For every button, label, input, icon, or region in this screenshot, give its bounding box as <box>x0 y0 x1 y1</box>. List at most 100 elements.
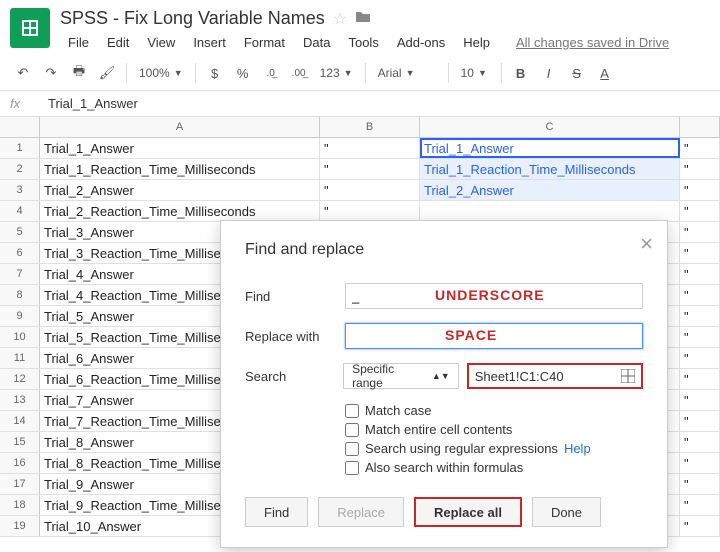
menu-edit[interactable]: Edit <box>99 33 137 52</box>
row-header[interactable]: 3 <box>0 180 40 200</box>
cell[interactable]: " <box>680 369 720 389</box>
save-status[interactable]: All changes saved in Drive <box>508 33 677 52</box>
col-header-b[interactable]: B <box>320 117 420 137</box>
folder-icon[interactable] <box>355 8 371 29</box>
italic-icon[interactable]: I <box>536 60 562 86</box>
star-icon[interactable]: ☆ <box>333 9 347 29</box>
search-scope-dropdown[interactable]: Specific range▲▼ <box>343 363 459 389</box>
col-header-a[interactable]: A <box>40 117 320 137</box>
cell[interactable]: " <box>680 159 720 179</box>
range-input[interactable]: Sheet1!C1:C40 <box>467 363 643 389</box>
sheets-logo[interactable] <box>10 8 50 48</box>
bold-icon[interactable]: B <box>508 60 534 86</box>
row-header[interactable]: 17 <box>0 474 40 494</box>
undo-icon[interactable]: ↶ <box>10 60 36 86</box>
find-button[interactable]: Find <box>245 497 308 527</box>
currency-icon[interactable]: $ <box>202 60 228 86</box>
increase-decimal-icon[interactable]: .00̲ <box>286 60 312 86</box>
select-all-corner[interactable] <box>0 117 40 137</box>
cell[interactable]: " <box>680 453 720 473</box>
redo-icon[interactable]: ↷ <box>38 60 64 86</box>
row-header[interactable]: 12 <box>0 369 40 389</box>
cell[interactable]: Trial_1_Answer <box>40 138 320 158</box>
row-header[interactable]: 5 <box>0 222 40 242</box>
menu-insert[interactable]: Insert <box>185 33 234 52</box>
strike-icon[interactable]: S <box>564 60 590 86</box>
close-icon[interactable]: × <box>640 233 653 255</box>
grid-select-icon[interactable] <box>621 369 635 383</box>
cell[interactable]: " <box>680 432 720 452</box>
text-color-icon[interactable]: A <box>592 60 618 86</box>
cell[interactable]: " <box>680 474 720 494</box>
font-dropdown[interactable]: Arial▼ <box>372 66 442 80</box>
cell[interactable]: " <box>680 306 720 326</box>
cell[interactable]: Trial_2_Answer <box>40 180 320 200</box>
cell[interactable]: " <box>680 390 720 410</box>
regex-checkbox[interactable] <box>345 442 359 456</box>
menu-format[interactable]: Format <box>236 33 293 52</box>
replace-all-button[interactable]: Replace all <box>414 497 522 527</box>
row-header[interactable]: 2 <box>0 159 40 179</box>
row-header[interactable]: 7 <box>0 264 40 284</box>
row-header[interactable]: 8 <box>0 285 40 305</box>
cell[interactable]: " <box>320 201 420 221</box>
row-header[interactable]: 6 <box>0 243 40 263</box>
menu-help[interactable]: Help <box>455 33 498 52</box>
cell[interactable]: " <box>320 180 420 200</box>
menu-view[interactable]: View <box>139 33 183 52</box>
row-header[interactable]: 18 <box>0 495 40 515</box>
col-header-d[interactable] <box>680 117 720 137</box>
cell[interactable]: " <box>680 201 720 221</box>
row-header[interactable]: 1 <box>0 138 40 158</box>
match-entire-checkbox[interactable] <box>345 423 359 437</box>
find-input[interactable] <box>345 283 643 309</box>
row-header[interactable]: 14 <box>0 411 40 431</box>
menu-addons[interactable]: Add-ons <box>389 33 453 52</box>
cell[interactable]: " <box>680 243 720 263</box>
row-header[interactable]: 16 <box>0 453 40 473</box>
font-size-dropdown[interactable]: 10▼ <box>455 66 495 80</box>
replace-button[interactable]: Replace <box>318 497 404 527</box>
cell[interactable]: Trial_2_Reaction_Time_Milliseconds <box>40 201 320 221</box>
cell[interactable]: " <box>680 411 720 431</box>
cell[interactable]: " <box>680 348 720 368</box>
cell[interactable]: " <box>320 138 420 158</box>
row-header[interactable]: 4 <box>0 201 40 221</box>
row-header[interactable]: 15 <box>0 432 40 452</box>
formulas-checkbox[interactable] <box>345 461 359 475</box>
menu-tools[interactable]: Tools <box>340 33 386 52</box>
percent-icon[interactable]: % <box>230 60 256 86</box>
format-dropdown[interactable]: 123▼ <box>314 66 359 80</box>
cell[interactable] <box>420 201 680 221</box>
cell[interactable]: " <box>680 285 720 305</box>
row-header[interactable]: 19 <box>0 516 40 536</box>
cell[interactable]: Trial_1_Answer <box>420 138 680 158</box>
cell[interactable]: " <box>680 327 720 347</box>
cell[interactable]: " <box>680 264 720 284</box>
formula-input[interactable]: Trial_1_Answer <box>40 96 710 111</box>
document-title[interactable]: SPSS - Fix Long Variable Names <box>60 8 325 29</box>
replace-input[interactable] <box>345 323 643 349</box>
cell[interactable]: Trial_1_Reaction_Time_Milliseconds <box>420 159 680 179</box>
cell[interactable]: " <box>680 180 720 200</box>
print-icon[interactable]: 🖶 <box>66 60 92 86</box>
done-button[interactable]: Done <box>532 497 601 527</box>
cell[interactable]: " <box>680 138 720 158</box>
cell[interactable]: Trial_1_Reaction_Time_Milliseconds <box>40 159 320 179</box>
match-case-checkbox[interactable] <box>345 404 359 418</box>
cell[interactable]: " <box>680 222 720 242</box>
cell[interactable]: " <box>320 159 420 179</box>
cell[interactable]: " <box>680 516 720 536</box>
menu-file[interactable]: File <box>60 33 97 52</box>
decrease-decimal-icon[interactable]: .0̲ <box>258 60 284 86</box>
regex-help-link[interactable]: Help <box>564 441 591 456</box>
menu-data[interactable]: Data <box>295 33 338 52</box>
cell[interactable]: " <box>680 495 720 515</box>
row-header[interactable]: 9 <box>0 306 40 326</box>
cell[interactable]: Trial_2_Answer <box>420 180 680 200</box>
row-header[interactable]: 11 <box>0 348 40 368</box>
col-header-c[interactable]: C <box>420 117 680 137</box>
row-header[interactable]: 10 <box>0 327 40 347</box>
row-header[interactable]: 13 <box>0 390 40 410</box>
paint-format-icon[interactable]: 🖌 <box>94 60 120 86</box>
